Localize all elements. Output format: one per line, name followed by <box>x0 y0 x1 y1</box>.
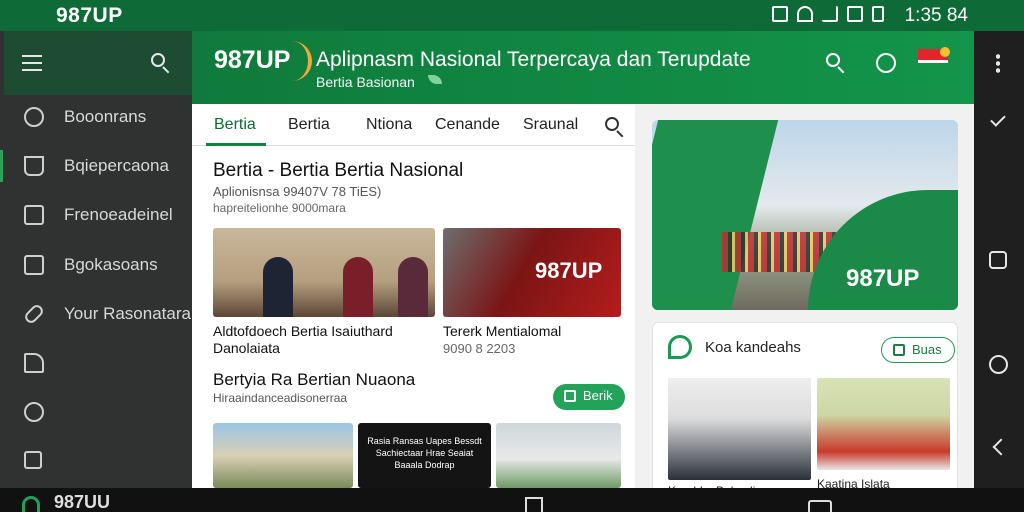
section-title[interactable]: Bertyia Ra Bertian Nuaona <box>213 370 415 390</box>
feed-content: Bertia Bertia Ntiona Cenande Sraunal Ber… <box>192 104 635 488</box>
square-icon <box>24 205 44 225</box>
bottom-nav-bar: 987UU <box>0 488 1024 512</box>
feed-headline[interactable]: Bertia - Bertia Bertia Nasional <box>213 160 463 182</box>
drawer-item-3[interactable]: Frenoeadeinel <box>0 195 192 235</box>
filter-icon <box>24 156 44 176</box>
drawer-item-label: Bgokasoans <box>64 255 158 274</box>
tab-cenande[interactable]: Cenande <box>435 116 500 134</box>
drawer-item-label: Frenoeadeinel <box>64 205 173 224</box>
article-thumbnail[interactable] <box>213 423 353 488</box>
side-card: Koa kandeahs Buas Korahka Belsndi Kaatin… <box>652 322 958 498</box>
drawer-item-2[interactable]: Bqiepercaona <box>0 146 192 186</box>
article-caption[interactable]: Tererk Mentialomal <box>443 323 561 339</box>
article-thumbnail[interactable]: Rasia Ransas Uapes Bessdt Sachiectaar Hr… <box>358 423 491 488</box>
hero-logo-text: 987UP <box>846 265 920 292</box>
drawer-item-7[interactable] <box>0 392 192 432</box>
search-icon[interactable] <box>825 52 847 74</box>
share-icon <box>24 353 44 373</box>
card-title: Koa kandeahs <box>705 339 801 356</box>
thumbnail-text: Rasia Ransas Uapes Bessdt Sachiectaar Hr… <box>367 436 482 470</box>
app-title: Aplipnasm Nasional Terpercaya dan Terupd… <box>316 48 751 71</box>
main-panel: 987UP Aplipnasm Nasional Terpercaya dan … <box>192 31 974 498</box>
button-label: Berik <box>583 388 613 403</box>
check-icon[interactable] <box>990 111 1006 127</box>
recents-icon[interactable] <box>525 497 543 512</box>
nfc-icon <box>772 6 788 22</box>
leaf-icon <box>428 75 442 84</box>
logo-swoosh-icon <box>290 41 312 81</box>
section-meta: Hiraaindanceadisonerraa <box>213 391 348 405</box>
home-circle-icon[interactable] <box>989 355 1008 374</box>
tab-sraunal[interactable]: Sraunal <box>523 116 578 134</box>
article-thumbnail[interactable] <box>496 423 621 488</box>
square-nav-icon[interactable] <box>989 251 1007 269</box>
drawer-item-label: Your Rasonatara <box>64 304 191 323</box>
tab-ntiona[interactable]: Ntiona <box>366 116 412 134</box>
section-more-button[interactable]: Berik <box>553 384 625 410</box>
card-button[interactable]: Buas <box>881 337 955 363</box>
button-label: Buas <box>912 342 942 357</box>
drawer-item-label: Bqiepercaona <box>64 156 169 175</box>
signal-icon <box>822 6 838 22</box>
brand-icon <box>668 335 692 359</box>
battery-icon <box>872 6 884 22</box>
article-date: 9090 8 2203 <box>443 341 516 356</box>
drawer-item-label: Booonrans <box>64 107 147 126</box>
nav-drawer: Booonrans Bqiepercaona Frenoeadeinel Bgo… <box>0 31 192 488</box>
thumbnail-logo-text: 987UP <box>535 258 603 283</box>
card-thumbnail[interactable] <box>817 378 950 470</box>
status-bar: 987UP 1:35 84 <box>0 0 1024 31</box>
feed-meta-secondary: hapreitelionhe 9000mara <box>213 201 346 215</box>
home-icon[interactable] <box>808 500 832 512</box>
brand-logo-icon <box>22 496 40 512</box>
menu-icon[interactable] <box>22 55 46 73</box>
tab-bertia-2[interactable]: Bertia <box>288 116 330 134</box>
back-icon[interactable] <box>992 438 1010 456</box>
card-thumbnail[interactable] <box>668 378 811 480</box>
tab-bertia-1[interactable]: Bertia <box>214 116 256 134</box>
status-brand: 987UP <box>56 4 123 27</box>
notification-dot-icon <box>940 47 950 57</box>
app-logo[interactable]: 987UP <box>214 46 290 75</box>
search-icon[interactable] <box>604 116 626 138</box>
tab-indicator <box>206 143 266 146</box>
side-panel: 987UP Koa kandeahs Buas Korahka Belsndi … <box>635 104 974 498</box>
drawer-item-1[interactable]: Booonrans <box>0 97 192 137</box>
app-bar: 987UP Aplipnasm Nasional Terpercaya dan … <box>192 31 974 104</box>
data-icon <box>847 6 863 22</box>
tab-bar: Bertia Bertia Ntiona Cenande Sraunal <box>192 104 635 146</box>
drawer-item-4[interactable]: Bgokasoans <box>0 245 192 285</box>
doc-icon <box>893 344 905 356</box>
link-icon <box>22 302 46 326</box>
hero-band <box>652 120 781 310</box>
status-clock: 1:35 84 <box>904 5 968 26</box>
chat-bubble-icon[interactable] <box>876 53 896 73</box>
article-caption[interactable]: Aldtofdoech Bertia Isaiuthard Danolaiata <box>213 323 435 357</box>
article-thumbnail[interactable]: 987UP <box>443 228 621 317</box>
drawer-item-5[interactable]: Your Rasonatara <box>0 294 192 334</box>
app-subtitle: Bertia Basionan <box>316 74 415 90</box>
doc-icon <box>564 390 576 402</box>
bookmark-icon <box>24 255 44 275</box>
power-icon <box>24 402 44 422</box>
status-icons <box>772 6 884 22</box>
settings-box-icon <box>24 451 42 469</box>
feed-meta: Aplionisnsa 99407V 78 TiES) <box>213 184 382 199</box>
search-icon <box>24 107 44 127</box>
drawer-item-6[interactable] <box>0 343 192 383</box>
wifi-icon <box>797 6 813 22</box>
search-icon[interactable] <box>150 52 172 74</box>
bottom-brand: 987UU <box>54 492 111 512</box>
hero-banner[interactable]: 987UP <box>652 120 958 310</box>
drawer-item-8[interactable] <box>0 441 192 481</box>
article-thumbnail[interactable] <box>213 228 435 317</box>
more-vert-icon[interactable] <box>996 53 1000 73</box>
right-rail <box>974 31 1024 488</box>
